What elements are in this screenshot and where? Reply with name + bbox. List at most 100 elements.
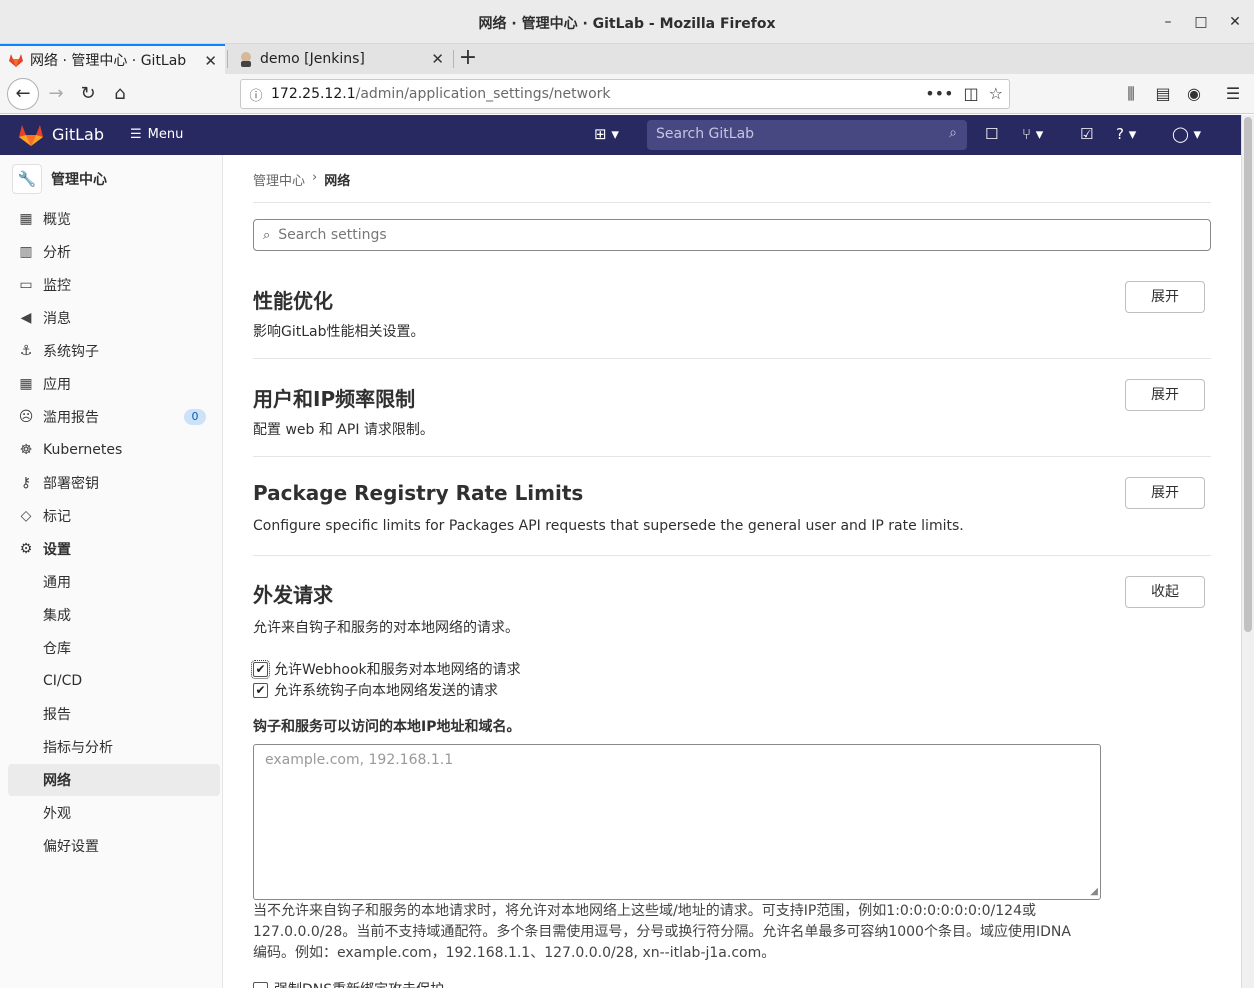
allow-webhooks-local-checkbox[interactable]: ✔	[251, 659, 270, 679]
merge-requests-icon[interactable]: ⑂ ▾	[1022, 125, 1043, 143]
section-description: Configure specific limits for Packages A…	[253, 518, 964, 534]
sidebar-item-kubernetes[interactable]: ☸ Kubernetes	[8, 434, 220, 466]
sidebar-sub-integrations[interactable]: 集成	[8, 599, 220, 631]
messages-icon: ◀	[20, 310, 32, 326]
dns-rebinding-row: 强制DNS重新绑定攻击保护	[253, 979, 444, 988]
maximize-button[interactable]: □	[1191, 12, 1211, 32]
page-scrollbar[interactable]	[1241, 115, 1254, 988]
menu-label: Menu	[147, 127, 184, 142]
url-path: /admin/application_settings/network	[355, 86, 611, 102]
reload-icon[interactable]: ↻	[74, 80, 102, 108]
library-icon[interactable]: ⫼	[1117, 80, 1145, 108]
scrollbar-thumb[interactable]	[1244, 117, 1252, 632]
tab-jenkins[interactable]: demo [Jenkins] ✕	[230, 44, 452, 74]
sidebar-item-label: 系统钩子	[43, 344, 99, 360]
gitlab-brand[interactable]: GitLab	[52, 125, 104, 144]
abuse-count-badge: 0	[184, 409, 206, 425]
window-title: 网络 · 管理中心 · GitLab - Mozilla Firefox	[478, 16, 776, 32]
hook-icon: ⚓	[19, 343, 33, 359]
sidebar-item-messages[interactable]: ◀ 消息	[8, 302, 220, 334]
site-info-icon[interactable]: ⓘ	[241, 85, 271, 104]
tab-gitlab[interactable]: 网络 · 管理中心 · GitLab ✕	[0, 44, 225, 74]
new-item-icon[interactable]: ⊞ ▾	[594, 125, 619, 143]
close-window-button[interactable]: ✕	[1225, 12, 1245, 32]
expand-button[interactable]: 展开	[1125, 379, 1205, 411]
sidebar-item-label: 标记	[43, 509, 71, 525]
sidebar-context-header[interactable]: 🔧 管理中心	[0, 155, 222, 203]
url-bar[interactable]: ⓘ 172.25.12.1/admin/application_settings…	[240, 79, 1010, 109]
issues-icon[interactable]: ☐	[985, 125, 998, 143]
sidebar-sub-appearance[interactable]: 外观	[8, 797, 220, 829]
section-title: 用户和IP频率限制	[253, 387, 416, 411]
sidebar-item-deploy-keys[interactable]: ⚷ 部署密钥	[8, 467, 220, 499]
sidebar-sub-general[interactable]: 通用	[8, 566, 220, 598]
sidebar-item-label: 设置	[43, 542, 71, 558]
allowlist-textarea[interactable]: example.com, 192.168.1.1 ◢	[253, 744, 1101, 900]
sidebar-item-analytics[interactable]: ▥ 分析	[8, 236, 220, 268]
home-icon[interactable]: ⌂	[106, 80, 134, 108]
sidebar-sub-metrics[interactable]: 指标与分析	[8, 731, 220, 763]
section-title: Package Registry Rate Limits	[253, 481, 584, 505]
sidebar-sub-preferences[interactable]: 偏好设置	[8, 830, 220, 862]
analytics-icon: ▥	[19, 244, 33, 260]
sidebar-item-applications[interactable]: ▦ 应用	[8, 368, 220, 400]
section-description: 允许来自钩子和服务的对本地网络的请求。	[253, 620, 519, 636]
minimize-button[interactable]: –	[1158, 12, 1178, 32]
pocket-icon[interactable]: ◫	[964, 84, 979, 103]
gitlab-search-input[interactable]: Search GitLab ⌕	[647, 120, 967, 150]
monitor-icon: ▭	[19, 277, 33, 293]
checkbox-label: 允许Webhook和服务对本地网络的请求	[274, 662, 521, 678]
account-icon[interactable]: ◉	[1180, 80, 1208, 108]
overview-icon: ▦	[19, 211, 33, 227]
tab-label: demo [Jenkins]	[260, 51, 365, 67]
allowlist-help-text: 当不允许来自钩子和服务的本地请求时，将允许对本地网络上这些域/地址的请求。可支持…	[253, 903, 1071, 961]
section-description: 影响GitLab性能相关设置。	[253, 324, 425, 340]
sidebar-item-label: 部署密钥	[43, 476, 99, 492]
settings-search-placeholder: Search settings	[278, 227, 387, 243]
abuse-icon: ☹	[18, 409, 34, 425]
breadcrumb-separator: ›	[312, 170, 318, 185]
sidebar-item-label: 消息	[43, 311, 71, 327]
menu-button[interactable]: ☰ Menu	[130, 127, 183, 142]
section-title: 外发请求	[253, 583, 333, 607]
sidebar-item-system-hooks[interactable]: ⚓ 系统钩子	[8, 335, 220, 367]
window-titlebar: 网络 · 管理中心 · GitLab - Mozilla Firefox – □…	[0, 0, 1254, 44]
sidebar-item-monitoring[interactable]: ▭ 监控	[8, 269, 220, 301]
allow-system-hooks-local-checkbox[interactable]: ✔	[253, 682, 268, 698]
sidebar-context-label: 管理中心	[51, 172, 107, 188]
forward-arrow-icon[interactable]: →	[42, 80, 70, 108]
help-icon[interactable]: ? ▾	[1116, 125, 1136, 143]
gitlab-logo-icon[interactable]	[18, 123, 44, 147]
expand-button[interactable]: 展开	[1125, 477, 1205, 509]
tab-close-icon[interactable]: ✕	[431, 50, 444, 68]
sidebar-sub-reporting[interactable]: 报告	[8, 698, 220, 730]
user-avatar-icon[interactable]: ◯ ▾	[1172, 125, 1201, 143]
main-content: 管理中心 › 网络 ⌕ Search settings 性能优化 影响GitLa…	[223, 155, 1241, 988]
sidebar-item-settings[interactable]: ⚙ 设置	[8, 533, 220, 565]
sidebar-item-overview[interactable]: ▦ 概览	[8, 203, 220, 235]
hamburger-menu-icon[interactable]: ☰	[1219, 80, 1247, 108]
bookmark-star-icon[interactable]: ☆	[989, 84, 1003, 103]
jenkins-favicon-icon	[241, 52, 251, 67]
tab-close-icon[interactable]: ✕	[204, 52, 217, 70]
tab-bar: 网络 · 管理中心 · GitLab ✕ demo [Jenkins] ✕ +	[0, 44, 1254, 74]
sidebar-item-labels[interactable]: ◇ 标记	[8, 500, 220, 532]
sidebar-item-abuse-reports[interactable]: ☹ 滥用报告 0	[8, 401, 220, 433]
page-actions-icon[interactable]: •••	[925, 84, 953, 103]
breadcrumb-admin[interactable]: 管理中心	[253, 170, 305, 189]
dns-rebinding-checkbox[interactable]	[253, 981, 268, 988]
sidebar-sub-repository[interactable]: 仓库	[8, 632, 220, 664]
collapse-button[interactable]: 收起	[1125, 576, 1205, 608]
sidebar-toggle-icon[interactable]: ▤	[1149, 80, 1177, 108]
sidebar-sub-network[interactable]: 网络	[8, 764, 220, 796]
breadcrumb-network[interactable]: 网络	[324, 170, 350, 189]
sidebar-sub-cicd[interactable]: CI/CD	[8, 665, 220, 697]
todos-icon[interactable]: ☑	[1080, 125, 1093, 143]
expand-button[interactable]: 展开	[1125, 281, 1205, 313]
new-tab-icon[interactable]: +	[455, 47, 481, 71]
resize-handle-icon[interactable]: ◢	[1090, 886, 1098, 897]
checkbox-label: 强制DNS重新绑定攻击保护	[274, 979, 444, 988]
breadcrumb: 管理中心 › 网络	[253, 170, 350, 189]
back-arrow-icon[interactable]: ←	[7, 78, 39, 110]
settings-search-input[interactable]: ⌕ Search settings	[253, 219, 1211, 251]
